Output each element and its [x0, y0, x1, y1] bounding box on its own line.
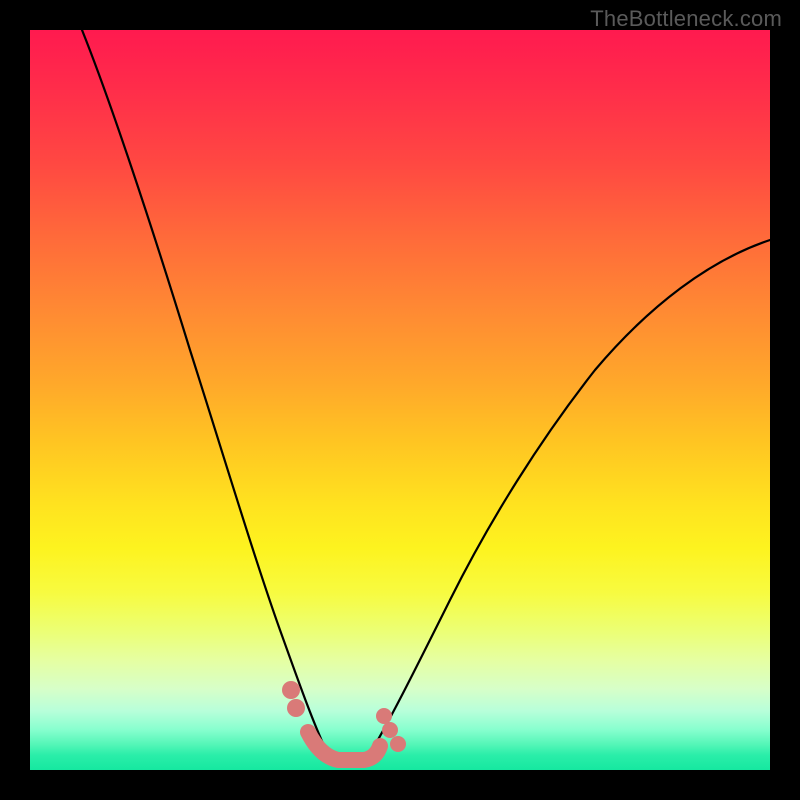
left-curve [82, 30, 326, 750]
highlight-dot [376, 708, 392, 724]
highlight-dot [282, 681, 300, 699]
curves-layer [30, 30, 770, 770]
highlight-dot [390, 736, 406, 752]
right-curve [372, 240, 770, 750]
plot-area [30, 30, 770, 770]
chart-container: TheBottleneck.com [0, 0, 800, 800]
highlight-dot [382, 722, 398, 738]
watermark-label: TheBottleneck.com [590, 6, 782, 32]
valley-highlight [308, 732, 380, 760]
highlight-dot [287, 699, 305, 717]
